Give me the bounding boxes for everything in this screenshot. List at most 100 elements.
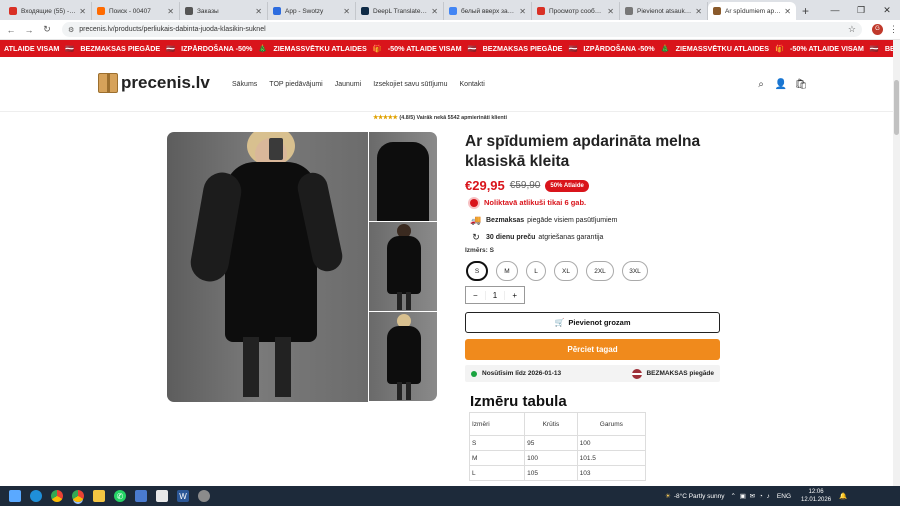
size-table-cell: 105 — [524, 465, 578, 481]
browser-tab[interactable]: Просмотр сообщен ✕ — [532, 2, 620, 20]
buy-now-button[interactable]: Pērciet tagad — [465, 339, 720, 360]
tab-title: App - Swotzy — [285, 7, 324, 15]
bookmark-star-icon[interactable]: ☆ — [848, 24, 856, 35]
green-dot-icon — [471, 370, 477, 377]
browser-tab[interactable]: DeepL Translate – Си✕ — [356, 2, 444, 20]
clock-date: 12.01.2026 — [801, 497, 832, 503]
page-scrollbar[interactable] — [893, 40, 900, 486]
main-product-image[interactable] — [167, 132, 368, 402]
profile-avatar[interactable]: G — [872, 24, 883, 35]
tab-close-icon[interactable]: ✕ — [607, 7, 614, 16]
size-table-cell: 95 — [524, 435, 578, 451]
menu-item[interactable]: TOP piedāvājumi — [269, 81, 322, 88]
promo-text: BEZMAKSAS PIEGĀDE — [884, 44, 893, 53]
tray-icons[interactable]: ⌃ ▣ ✉ ◔ ♪ — [730, 492, 770, 500]
tab-close-icon[interactable]: ✕ — [167, 7, 174, 16]
paint-icon[interactable] — [156, 490, 168, 502]
thumbnail-2[interactable] — [369, 222, 437, 311]
browser-tab[interactable]: белый вверх защит ✕ — [444, 2, 532, 20]
tab-close-icon[interactable]: ✕ — [343, 7, 350, 16]
notification-bell-icon[interactable]: 🔔 — [839, 492, 847, 500]
thumbnail-3[interactable] — [369, 312, 437, 401]
tab-list: Входящие (55) - olga✕Поиск - 00407✕Заказ… — [4, 2, 796, 20]
new-tab-button[interactable]: + — [802, 2, 809, 20]
tab-close-icon[interactable]: ✕ — [784, 7, 791, 16]
file-explorer-icon[interactable] — [93, 490, 105, 502]
account-icon[interactable]: 👤 — [773, 79, 789, 90]
promo-text: ZIEMASSVĒTKU ATLAIDES — [675, 44, 770, 53]
clock[interactable]: 12:06 12.01.2026 — [801, 488, 831, 504]
tab-close-icon[interactable]: ✕ — [519, 7, 526, 16]
size-option-l[interactable]: L — [526, 261, 546, 281]
return-icon: ↻ — [472, 232, 480, 242]
menu-item[interactable]: Kontakti — [460, 81, 485, 88]
browser-tab[interactable]: Заказы ✕ — [180, 2, 268, 20]
tab-close-icon[interactable]: ✕ — [255, 7, 262, 16]
browser-tab[interactable]: Ar spīdumiem apdar ✕ — [708, 2, 796, 20]
menu-item[interactable]: Sākums — [232, 81, 257, 88]
browser-tab[interactable]: Pievienot atsauksm ✕ — [620, 2, 708, 20]
quantity-value[interactable]: 1 — [484, 290, 506, 300]
rating-text: (4.8/5) Vairāk nekā 5542 apmierināti kli… — [399, 114, 507, 121]
thumbnail-strip — [369, 132, 437, 402]
promo-emoji-icon: 🎁 — [372, 44, 382, 53]
size-option-2xl[interactable]: 2XL — [586, 261, 614, 281]
tab-favicon-icon — [273, 7, 281, 15]
url-bar[interactable]: ⚙ precenis.lv/products/perliukais-dabint… — [62, 22, 862, 37]
tab-favicon-icon — [537, 7, 545, 15]
increase-qty-button[interactable]: + — [505, 291, 524, 300]
size-table-row: L 105 103 — [468, 465, 647, 481]
star-rating-icon: ★★★★★ — [373, 115, 398, 121]
edge-icon[interactable] — [30, 490, 42, 502]
scrollbar-thumb[interactable] — [894, 80, 899, 135]
maximize-button[interactable]: ❐ — [848, 0, 874, 20]
chrome-icon[interactable] — [51, 490, 63, 502]
back-icon[interactable]: ← — [4, 25, 18, 35]
menu-item[interactable]: Jaunumi — [335, 81, 361, 88]
browser-tab[interactable]: Входящие (55) - olga✕ — [4, 2, 92, 20]
add-to-cart-button[interactable]: 🛒 Pievienot grozam — [465, 312, 720, 333]
cart-icon[interactable]: 🛍 — [793, 79, 809, 90]
browser-menu-icon[interactable]: ⋮ — [889, 24, 898, 35]
photos-icon[interactable] — [198, 490, 210, 502]
language-indicator[interactable]: ENG — [777, 493, 791, 500]
truck-icon: 🚚 — [470, 215, 482, 225]
promo-text: -50% ATLAIDE VISAM — [789, 44, 864, 53]
menu-item[interactable]: Izsekojiet savu sūtījumu — [373, 81, 447, 88]
tab-close-icon[interactable]: ✕ — [431, 7, 438, 16]
shipping-info-bar: Nosūtīsim līdz 2026-01-13 BEZMAKSAS pieg… — [465, 365, 720, 382]
current-price: €29,95 — [465, 178, 505, 193]
decrease-qty-button[interactable]: − — [466, 291, 485, 300]
reload-icon[interactable]: ↻ — [40, 24, 54, 35]
forward-icon[interactable]: → — [22, 25, 36, 35]
weather-text[interactable]: -8°C Partly sunny — [674, 493, 725, 500]
word-icon[interactable]: W — [177, 490, 189, 502]
browser-tab[interactable]: Поиск - 00407 ✕ — [92, 2, 180, 20]
app-icon[interactable] — [135, 490, 147, 502]
tab-favicon-icon — [361, 7, 369, 15]
close-window-button[interactable]: ✕ — [874, 0, 900, 20]
tab-title: Просмотр сообщен — [549, 7, 605, 15]
add-to-cart-label: Pievienot grozam — [568, 318, 631, 327]
whatsapp-icon[interactable]: ✆ — [114, 490, 126, 502]
site-info-icon[interactable]: ⚙ — [68, 26, 74, 34]
tab-close-icon[interactable]: ✕ — [79, 7, 86, 16]
feature-bold: Bezmaksas — [486, 217, 525, 224]
size-option-m[interactable]: M — [496, 261, 518, 281]
chrome-active-icon[interactable] — [72, 490, 84, 502]
promo-text: BEZMAKSAS PIEGĀDE — [80, 44, 161, 53]
thumbnail-1[interactable] — [369, 132, 437, 221]
promo-emoji-icon: 🎄 — [660, 44, 670, 53]
tab-close-icon[interactable]: ✕ — [695, 7, 702, 16]
windows-start-icon[interactable] — [9, 490, 21, 502]
minimize-button[interactable]: — — [822, 0, 848, 20]
feature-bold: 30 dienu preču — [486, 234, 536, 241]
search-icon[interactable]: ⌕ — [753, 79, 769, 90]
size-table-cell: 101.5 — [576, 450, 647, 466]
size-option-3xl[interactable]: 3XL — [622, 261, 648, 281]
store-logo[interactable]: precenis.lv — [98, 73, 210, 93]
size-table-row: S 95 100 — [468, 435, 647, 451]
size-option-s[interactable]: S — [466, 261, 488, 281]
size-option-xl[interactable]: XL — [554, 261, 578, 281]
browser-tab[interactable]: App - Swotzy ✕ — [268, 2, 356, 20]
